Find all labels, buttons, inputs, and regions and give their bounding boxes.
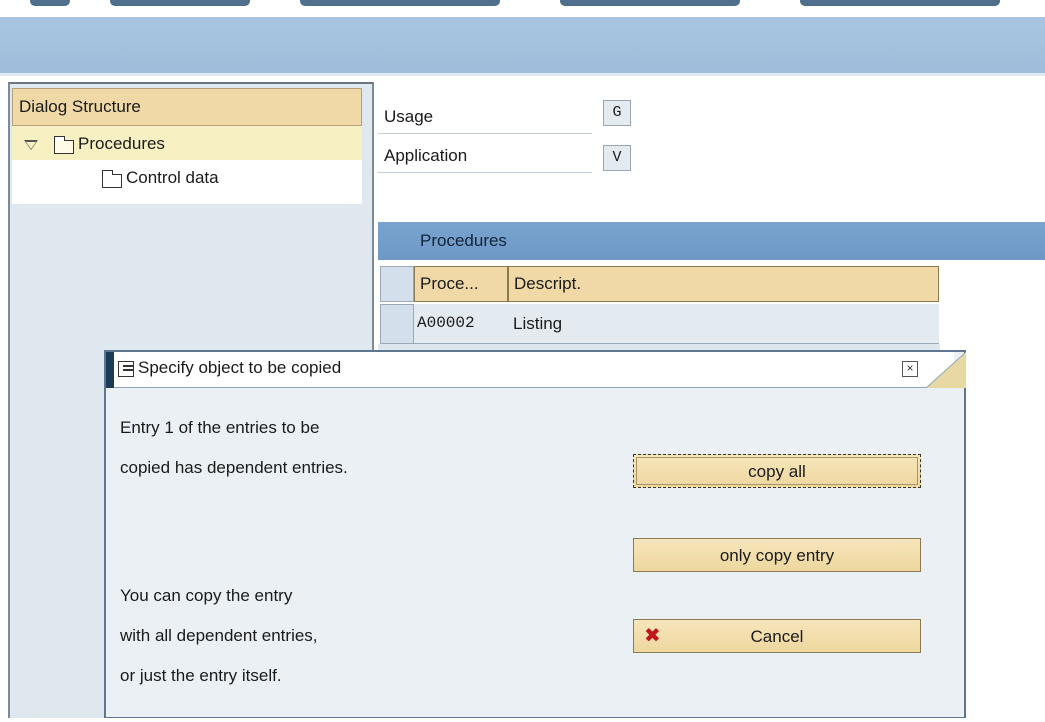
usage-label: Usage	[378, 100, 592, 134]
column-header-description[interactable]: Descript.	[508, 266, 939, 302]
dialog-message-line: copied has dependent entries.	[120, 458, 348, 477]
column-header-procedure[interactable]: Proce...	[414, 266, 508, 302]
procedure-description-cell[interactable]: Listing	[508, 304, 939, 344]
application-toolbar	[0, 17, 1045, 73]
dialog-title: Specify object to be copied	[138, 358, 342, 377]
bottom-edge	[0, 718, 1045, 722]
dialog-message-line: with all dependent entries,	[120, 626, 318, 645]
close-icon[interactable]: ×	[902, 361, 918, 377]
dialog-message-line: Entry 1 of the entries to be	[120, 418, 320, 437]
title-strip	[0, 0, 1045, 17]
open-folder-icon	[53, 136, 74, 154]
dialog-icon	[118, 361, 134, 377]
expand-triangle-icon[interactable]	[24, 140, 38, 150]
folder-icon	[101, 170, 122, 188]
dialog-message-line: or just the entry itself.	[120, 666, 282, 685]
title-accent	[106, 352, 114, 388]
copy-all-button[interactable]: copy all	[633, 454, 921, 488]
dialog-message-line: You can copy the entry	[120, 586, 293, 605]
application-label: Application	[378, 139, 592, 173]
dialog-structure-header: Dialog Structure	[12, 88, 362, 126]
dialog-title-bar[interactable]: Specify object to be copied ×	[106, 352, 966, 388]
select-all-column[interactable]	[380, 266, 414, 302]
cancel-button[interactable]: ✖ Cancel	[633, 619, 921, 653]
procedures-table-title: Procedures	[378, 222, 1045, 260]
title-corner-decoration	[926, 352, 966, 388]
tree-item-label: Control data	[126, 168, 219, 187]
usage-field[interactable]: G	[603, 100, 631, 126]
cancel-button-label: Cancel	[750, 627, 804, 646]
tree-item-procedures[interactable]: Procedures	[12, 126, 362, 160]
tree-item-label: Procedures	[78, 134, 165, 153]
row-selector[interactable]	[380, 304, 414, 344]
tree-item-control-data[interactable]: Control data	[12, 160, 362, 204]
application-field[interactable]: V	[603, 145, 631, 171]
toolbar-separator	[0, 73, 1045, 76]
procedure-code-cell[interactable]: A00002	[414, 304, 508, 344]
only-copy-entry-button[interactable]: only copy entry	[633, 538, 921, 572]
copy-dialog: Specify object to be copied × Entry 1 of…	[104, 350, 966, 719]
cancel-icon: ✖	[644, 625, 661, 647]
